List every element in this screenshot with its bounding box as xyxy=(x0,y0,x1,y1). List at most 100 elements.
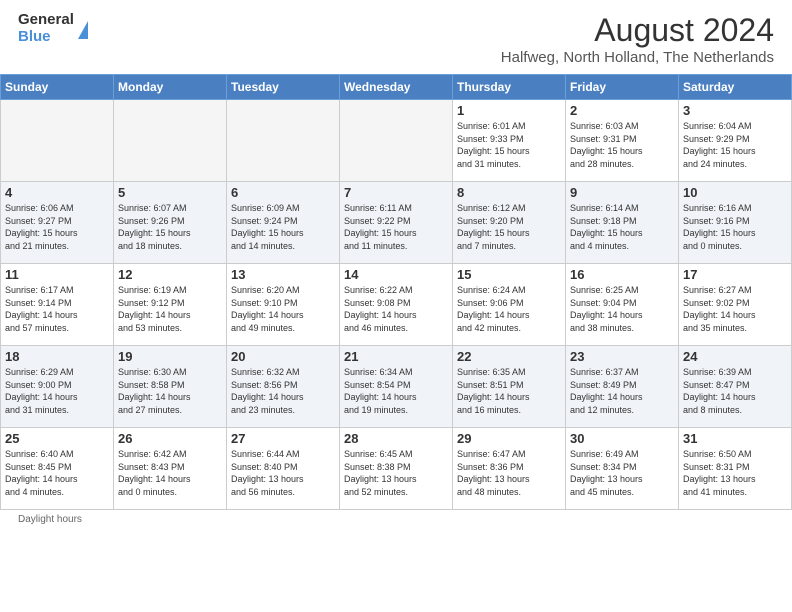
calendar-day-cell xyxy=(340,100,453,182)
day-number: 15 xyxy=(457,267,561,282)
calendar-table: SundayMondayTuesdayWednesdayThursdayFrid… xyxy=(0,74,792,510)
calendar-week-row: 4 Sunrise: 6:06 AM Sunset: 9:27 PM Daylig… xyxy=(1,182,792,264)
day-info: Sunrise: 6:16 AM Sunset: 9:16 PM Dayligh… xyxy=(683,202,787,252)
day-info: Sunrise: 6:19 AM Sunset: 9:12 PM Dayligh… xyxy=(118,284,222,334)
day-info: Sunrise: 6:49 AM Sunset: 8:34 PM Dayligh… xyxy=(570,448,674,498)
calendar-day-cell: 20Sunrise: 6:32 AM Sunset: 8:56 PM Dayli… xyxy=(227,346,340,428)
day-number: 9 xyxy=(570,185,674,200)
footer-note: Daylight hours xyxy=(0,510,792,529)
calendar-day-cell: 11 Sunrise: 6:17 AM Sunset: 9:14 PM Dayli… xyxy=(1,264,114,346)
calendar-week-row: 25 Sunrise: 6:40 AM Sunset: 8:45 PM Dayli… xyxy=(1,428,792,510)
calendar-day-cell xyxy=(1,100,114,182)
calendar-day-cell: 4 Sunrise: 6:06 AM Sunset: 9:27 PM Daylig… xyxy=(1,182,114,264)
calendar-day-cell: 31Sunrise: 6:50 AM Sunset: 8:31 PM Dayli… xyxy=(679,428,792,510)
calendar-day-cell: 30 Sunrise: 6:49 AM Sunset: 8:34 PM Dayli… xyxy=(566,428,679,510)
day-info: Sunrise: 6:09 AM Sunset: 9:24 PM Dayligh… xyxy=(231,202,335,252)
calendar-day-cell: 15Sunrise: 6:24 AM Sunset: 9:06 PM Dayli… xyxy=(453,264,566,346)
calendar-day-cell: 17Sunrise: 6:27 AM Sunset: 9:02 PM Dayli… xyxy=(679,264,792,346)
calendar-week-row: 11 Sunrise: 6:17 AM Sunset: 9:14 PM Dayli… xyxy=(1,264,792,346)
day-info: Sunrise: 6:01 AM Sunset: 9:33 PM Dayligh… xyxy=(457,120,561,170)
day-info: Sunrise: 6:30 AM Sunset: 8:58 PM Dayligh… xyxy=(118,366,222,416)
calendar-day-cell: 21 Sunrise: 6:34 AM Sunset: 8:54 PM Dayli… xyxy=(340,346,453,428)
day-info: Sunrise: 6:45 AM Sunset: 8:38 PM Dayligh… xyxy=(344,448,448,498)
calendar-day-cell: 28 Sunrise: 6:45 AM Sunset: 8:38 PM Dayli… xyxy=(340,428,453,510)
day-number: 17 xyxy=(683,267,787,282)
calendar-day-header: Saturday xyxy=(679,75,792,100)
day-info: Sunrise: 6:32 AM Sunset: 8:56 PM Dayligh… xyxy=(231,366,335,416)
day-number: 21 xyxy=(344,349,448,364)
day-number: 10 xyxy=(683,185,787,200)
day-info: Sunrise: 6:12 AM Sunset: 9:20 PM Dayligh… xyxy=(457,202,561,252)
calendar-day-cell: 29Sunrise: 6:47 AM Sunset: 8:36 PM Dayli… xyxy=(453,428,566,510)
day-number: 23 xyxy=(570,349,674,364)
day-info: Sunrise: 6:07 AM Sunset: 9:26 PM Dayligh… xyxy=(118,202,222,252)
day-info: Sunrise: 6:42 AM Sunset: 8:43 PM Dayligh… xyxy=(118,448,222,498)
day-number: 13 xyxy=(231,267,335,282)
day-number: 2 xyxy=(570,103,674,118)
calendar-day-cell: 6 Sunrise: 6:09 AM Sunset: 9:24 PM Daylig… xyxy=(227,182,340,264)
day-number: 27 xyxy=(231,431,335,446)
calendar-day-cell xyxy=(114,100,227,182)
calendar-day-cell: 26Sunrise: 6:42 AM Sunset: 8:43 PM Dayli… xyxy=(114,428,227,510)
day-info: Sunrise: 6:29 AM Sunset: 9:00 PM Dayligh… xyxy=(5,366,109,416)
logo-text: General Blue xyxy=(18,12,74,45)
calendar-day-cell: 14Sunrise: 6:22 AM Sunset: 9:08 PM Dayli… xyxy=(340,264,453,346)
logo-triangle-icon xyxy=(78,21,88,39)
day-number: 30 xyxy=(570,431,674,446)
day-number: 25 xyxy=(5,431,109,446)
calendar-day-cell: 25 Sunrise: 6:40 AM Sunset: 8:45 PM Dayli… xyxy=(1,428,114,510)
calendar-day-cell: 3Sunrise: 6:04 AM Sunset: 9:29 PM Daylig… xyxy=(679,100,792,182)
calendar-day-cell: 24 Sunrise: 6:39 AM Sunset: 8:47 PM Dayli… xyxy=(679,346,792,428)
day-number: 22 xyxy=(457,349,561,364)
day-info: Sunrise: 6:03 AM Sunset: 9:31 PM Dayligh… xyxy=(570,120,674,170)
calendar-header-row: SundayMondayTuesdayWednesdayThursdayFrid… xyxy=(1,75,792,100)
calendar-day-header: Monday xyxy=(114,75,227,100)
logo-blue: Blue xyxy=(18,29,74,46)
day-number: 4 xyxy=(5,185,109,200)
day-number: 18 xyxy=(5,349,109,364)
day-info: Sunrise: 6:17 AM Sunset: 9:14 PM Dayligh… xyxy=(5,284,109,334)
calendar-day-cell: 1 Sunrise: 6:01 AM Sunset: 9:33 PM Daylig… xyxy=(453,100,566,182)
day-number: 1 xyxy=(457,103,561,118)
page-header: General Blue August 2024 Halfweg, North … xyxy=(0,0,792,74)
calendar-day-header: Friday xyxy=(566,75,679,100)
day-number: 16 xyxy=(570,267,674,282)
day-info: Sunrise: 6:35 AM Sunset: 8:51 PM Dayligh… xyxy=(457,366,561,416)
day-number: 28 xyxy=(344,431,448,446)
day-number: 6 xyxy=(231,185,335,200)
day-info: Sunrise: 6:39 AM Sunset: 8:47 PM Dayligh… xyxy=(683,366,787,416)
calendar-day-cell: 18 Sunrise: 6:29 AM Sunset: 9:00 PM Dayli… xyxy=(1,346,114,428)
location-title: Halfweg, North Holland, The Netherlands xyxy=(501,49,774,66)
day-info: Sunrise: 6:25 AM Sunset: 9:04 PM Dayligh… xyxy=(570,284,674,334)
day-info: Sunrise: 6:22 AM Sunset: 9:08 PM Dayligh… xyxy=(344,284,448,334)
month-title: August 2024 xyxy=(501,12,774,49)
day-info: Sunrise: 6:34 AM Sunset: 8:54 PM Dayligh… xyxy=(344,366,448,416)
calendar-day-cell: 23Sunrise: 6:37 AM Sunset: 8:49 PM Dayli… xyxy=(566,346,679,428)
day-number: 5 xyxy=(118,185,222,200)
calendar-day-cell: 22 Sunrise: 6:35 AM Sunset: 8:51 PM Dayli… xyxy=(453,346,566,428)
day-info: Sunrise: 6:40 AM Sunset: 8:45 PM Dayligh… xyxy=(5,448,109,498)
calendar-day-cell: 12 Sunrise: 6:19 AM Sunset: 9:12 PM Dayli… xyxy=(114,264,227,346)
day-number: 24 xyxy=(683,349,787,364)
day-number: 8 xyxy=(457,185,561,200)
calendar-day-cell: 27Sunrise: 6:44 AM Sunset: 8:40 PM Dayli… xyxy=(227,428,340,510)
calendar-day-header: Sunday xyxy=(1,75,114,100)
calendar-day-cell: 2 Sunrise: 6:03 AM Sunset: 9:31 PM Daylig… xyxy=(566,100,679,182)
day-info: Sunrise: 6:14 AM Sunset: 9:18 PM Dayligh… xyxy=(570,202,674,252)
day-number: 12 xyxy=(118,267,222,282)
calendar-day-header: Thursday xyxy=(453,75,566,100)
calendar-day-cell: 5 Sunrise: 6:07 AM Sunset: 9:26 PM Daylig… xyxy=(114,182,227,264)
calendar-week-row: 18 Sunrise: 6:29 AM Sunset: 9:00 PM Dayli… xyxy=(1,346,792,428)
calendar-day-cell: 13Sunrise: 6:20 AM Sunset: 9:10 PM Dayli… xyxy=(227,264,340,346)
title-area: August 2024 Halfweg, North Holland, The … xyxy=(501,12,774,66)
day-info: Sunrise: 6:06 AM Sunset: 9:27 PM Dayligh… xyxy=(5,202,109,252)
day-info: Sunrise: 6:04 AM Sunset: 9:29 PM Dayligh… xyxy=(683,120,787,170)
day-number: 29 xyxy=(457,431,561,446)
day-number: 11 xyxy=(5,267,109,282)
calendar-day-cell: 16 Sunrise: 6:25 AM Sunset: 9:04 PM Dayli… xyxy=(566,264,679,346)
calendar-day-cell: 9 Sunrise: 6:14 AM Sunset: 9:18 PM Daylig… xyxy=(566,182,679,264)
calendar-day-cell: 7 Sunrise: 6:11 AM Sunset: 9:22 PM Daylig… xyxy=(340,182,453,264)
day-info: Sunrise: 6:11 AM Sunset: 9:22 PM Dayligh… xyxy=(344,202,448,252)
day-number: 7 xyxy=(344,185,448,200)
day-number: 19 xyxy=(118,349,222,364)
